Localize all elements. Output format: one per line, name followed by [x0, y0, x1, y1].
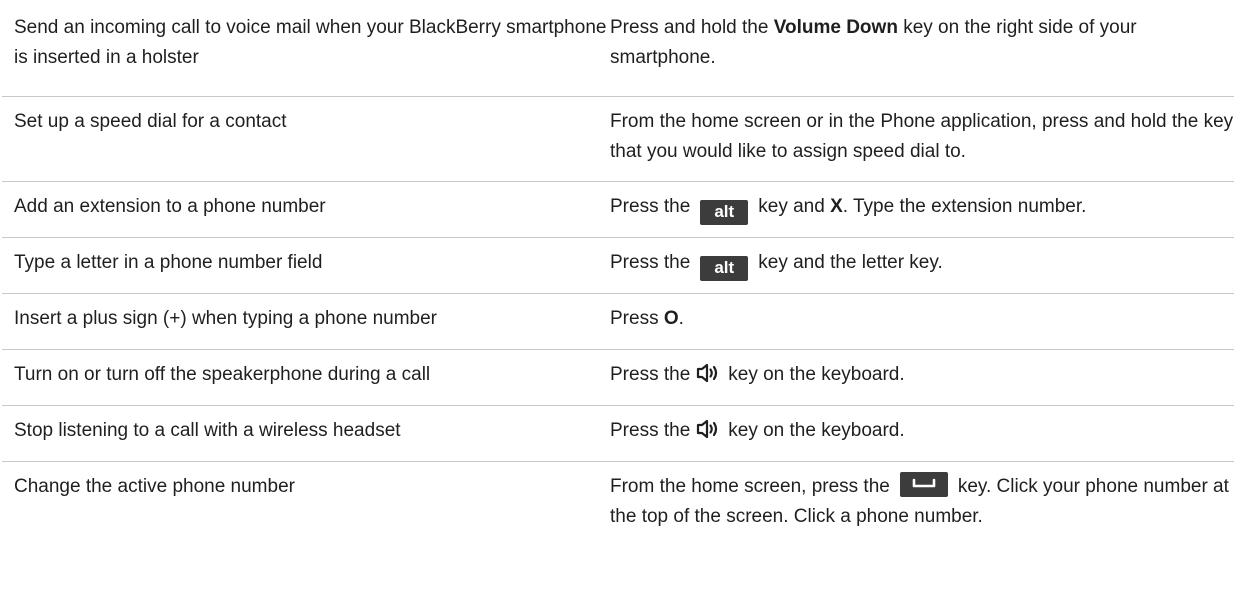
key-name: X [830, 196, 843, 217]
instruction-cell: Press the alt key and the letter key. [610, 248, 1234, 293]
table-row: Send an incoming call to voice mail when… [2, 0, 1234, 96]
instruction-text: key on the keyboard. [728, 364, 905, 385]
action-cell: Type a letter in a phone number field [14, 252, 323, 273]
instruction-text: Press the [610, 252, 691, 273]
speakerphone-icon [696, 419, 720, 439]
action-cell: Stop listening to a call with a wireless… [14, 420, 401, 441]
instruction-text: Press [610, 308, 664, 329]
instruction-cell: Press and hold the Volume Down key on th… [610, 13, 1234, 96]
instruction-cell: Press the key on the keyboard. [610, 416, 1234, 461]
instruction-text: key and the letter key. [758, 252, 943, 273]
alt-key-icon: alt [700, 200, 749, 225]
alt-key-icon: alt [700, 256, 749, 281]
shortcut-table: Send an incoming call to voice mail when… [2, 0, 1234, 590]
instruction-cell: Press the alt key and X. Type the extensio… [610, 192, 1234, 237]
action-cell: Set up a speed dial for a contact [14, 111, 287, 132]
instruction-text: . [678, 308, 684, 329]
table-row: Set up a speed dial for a contact From t… [2, 96, 1234, 181]
table-row: Type a letter in a phone number field Pr… [2, 237, 1234, 293]
key-name: O [663, 308, 679, 329]
key-name: Volume Down [773, 17, 898, 38]
instruction-text: From the home screen, press the [610, 476, 890, 497]
action-cell: Change the active phone number [14, 476, 295, 497]
instruction-cell: From the home screen, press the key. Clic… [610, 472, 1234, 590]
instruction-text: Press the [610, 364, 691, 385]
instruction-text: . Type the extension number. [842, 196, 1087, 217]
table-row: Turn on or turn off the speakerphone dur… [2, 349, 1234, 405]
instruction-text: Press the [610, 420, 691, 441]
action-cell: Turn on or turn off the speakerphone dur… [14, 364, 431, 385]
action-cell: Insert a plus sign (+) when typing a pho… [14, 308, 438, 329]
instruction-text: key and [758, 196, 831, 217]
speakerphone-icon [696, 363, 720, 383]
instruction-text: key on the keyboard. [728, 420, 905, 441]
instruction-text: Press the [610, 196, 691, 217]
table-row: Insert a plus sign (+) when typing a pho… [2, 293, 1234, 349]
table-row: Add an extension to a phone number Press… [2, 181, 1234, 237]
instruction-text: Press and hold the [610, 17, 774, 38]
instruction-cell: From the home screen or in the Phone app… [610, 111, 1234, 162]
table-row: Stop listening to a call with a wireless… [2, 405, 1234, 461]
table-row: Change the active phone number From the … [2, 461, 1234, 590]
action-cell: Send an incoming call to voice mail when… [14, 17, 607, 68]
action-cell: Add an extension to a phone number [14, 196, 326, 217]
instruction-cell: Press O. [610, 304, 1234, 349]
send-key-icon [899, 472, 948, 497]
instruction-cell: Press the key on the keyboard. [610, 360, 1234, 405]
